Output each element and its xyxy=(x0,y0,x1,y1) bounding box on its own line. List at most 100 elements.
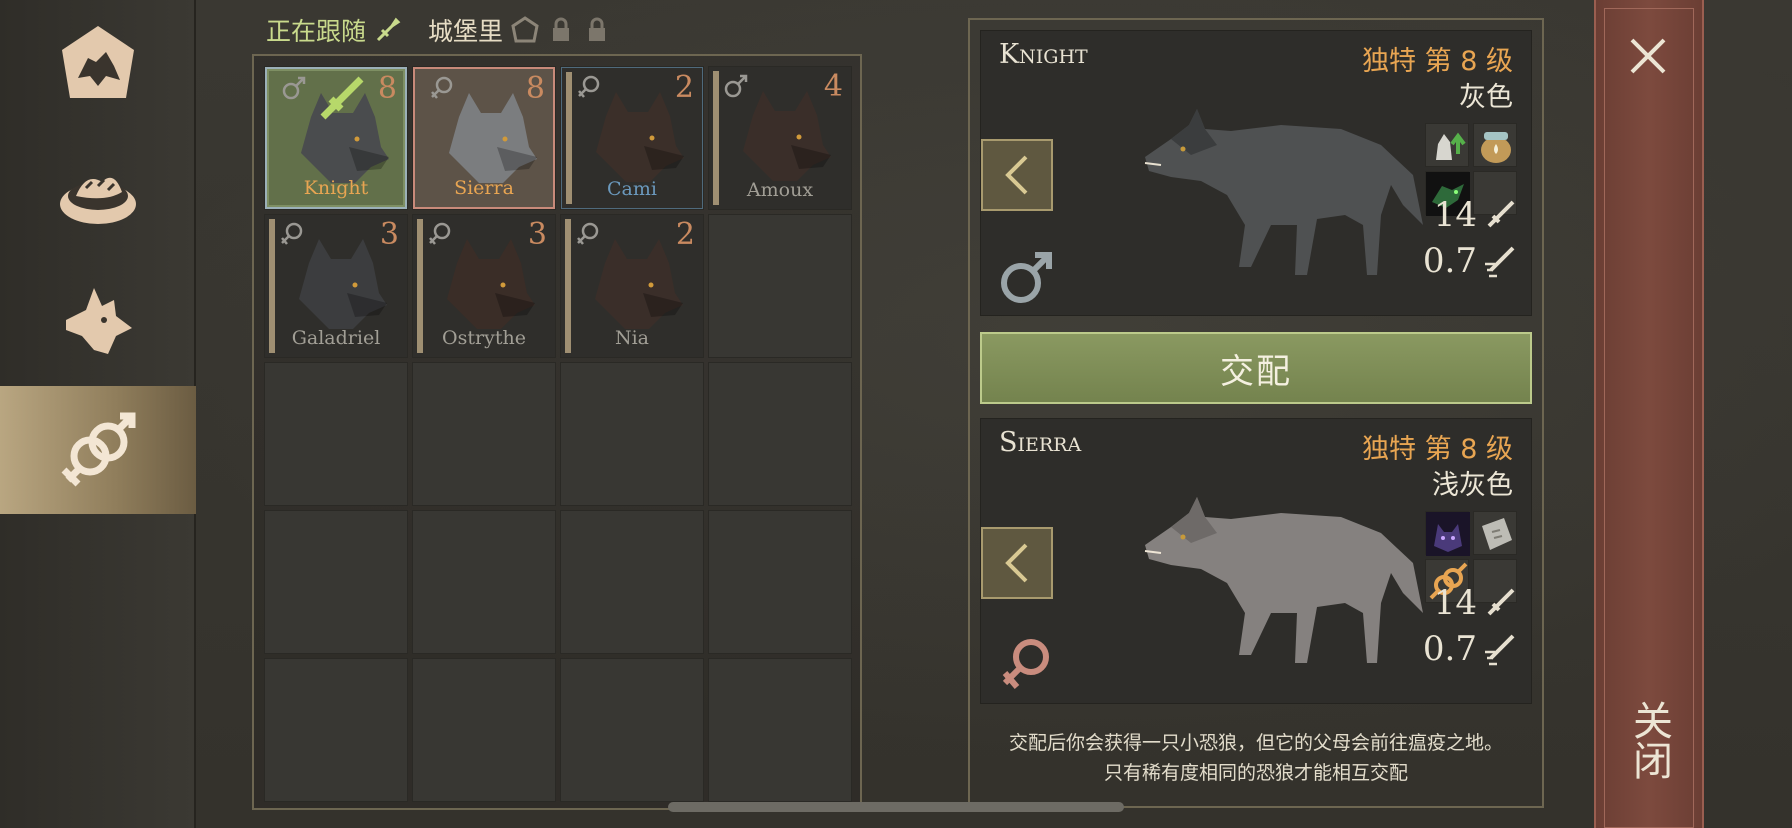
wolf-grid: 8 Knight 8 Sierra 2 Cami 4 Amoux 3 Galadriel 3 Ostr… xyxy=(264,66,852,802)
wolf-icon xyxy=(66,288,132,354)
female-symbol-icon xyxy=(281,222,303,245)
female-attack-value: 14 xyxy=(1433,583,1477,623)
grid-cell[interactable]: 2 Cami xyxy=(560,66,704,210)
male-prev-button[interactable] xyxy=(981,139,1053,211)
nav-wolf[interactable] xyxy=(0,258,196,386)
female-wolf-color: 浅灰色 xyxy=(1432,470,1513,501)
wolf-level: 2 xyxy=(675,217,695,252)
side-navigation xyxy=(0,0,196,828)
wolf-card[interactable]: 8 Knight xyxy=(265,67,407,209)
grid-cell xyxy=(708,658,852,802)
female-symbol-icon xyxy=(429,222,451,245)
nav-breeding[interactable] xyxy=(0,386,196,514)
wolf-level: 2 xyxy=(674,70,694,105)
wolf-card[interactable]: 2 Nia xyxy=(561,215,703,357)
grid-cell xyxy=(412,362,556,506)
grid-cell xyxy=(412,658,556,802)
grid-cell xyxy=(708,362,852,506)
wolf-portrait xyxy=(595,239,683,329)
close-icon[interactable] xyxy=(1626,34,1670,78)
wolf-name: Amoux xyxy=(746,179,814,201)
wolf-card[interactable]: 3 Ostrythe xyxy=(413,215,555,357)
wolf-level: 4 xyxy=(823,69,843,104)
food-bowl-icon xyxy=(60,177,136,224)
grid-cell xyxy=(560,510,704,654)
dagger-icon xyxy=(1487,200,1515,228)
home-indicator xyxy=(668,802,1124,812)
wolf-portrait xyxy=(299,239,387,329)
male-wolf-panel: Knight 独特 第 8 级 灰色 14 0.7 xyxy=(980,30,1532,316)
male-wolf-color: 灰色 xyxy=(1459,82,1513,113)
wolf-name: Sierra xyxy=(454,177,514,199)
wolf-growth-icon[interactable] xyxy=(1425,123,1469,167)
dagger-icon xyxy=(1487,588,1515,616)
wolf-level: 8 xyxy=(377,71,397,106)
mate-button[interactable]: 交配 xyxy=(980,332,1532,404)
breeding-icon xyxy=(61,412,136,487)
female-symbol-icon xyxy=(431,76,453,99)
stone-tablet-icon[interactable] xyxy=(1473,511,1517,555)
grid-cell xyxy=(560,658,704,802)
male-speed-value: 0.7 xyxy=(1422,241,1477,281)
honey-jar-icon[interactable] xyxy=(1473,123,1517,167)
wolf-level: 8 xyxy=(525,71,545,106)
female-attack-stat: 14 xyxy=(1434,583,1517,623)
following-label: 正在跟随 xyxy=(266,17,367,46)
following-dagger-icon xyxy=(320,76,364,120)
male-wolf-portrait xyxy=(1144,109,1423,275)
wolf-portrait xyxy=(447,239,535,329)
wolf-level: 3 xyxy=(379,217,399,252)
wolf-name: Nia xyxy=(614,327,650,349)
male-wolf-rarity: 独特 第 8 级 xyxy=(1362,46,1513,77)
info-line-2: 只有稀有度相同的恐狼才能相互交配 xyxy=(1103,762,1408,784)
chevron-left-icon xyxy=(1005,155,1028,195)
lock-icon xyxy=(553,17,570,41)
grid-cell[interactable]: 8 Knight xyxy=(264,66,408,210)
grid-cell[interactable]: 4 Amoux xyxy=(708,66,852,210)
wolf-name: Galadriel xyxy=(291,327,381,349)
lock-icon xyxy=(589,17,606,41)
male-symbol-icon xyxy=(724,74,748,98)
female-wolf-rarity: 独特 第 8 级 xyxy=(1362,434,1513,465)
male-wolf-name: Knight xyxy=(999,39,1088,70)
castle-label: 城堡里 xyxy=(428,17,504,46)
grid-cell[interactable]: 8 Sierra xyxy=(412,66,556,210)
grid-cell xyxy=(412,510,556,654)
close-label[interactable]: 关闭 xyxy=(1622,700,1678,780)
nav-food[interactable] xyxy=(0,130,196,258)
wolf-portrait xyxy=(743,91,831,181)
nav-den[interactable] xyxy=(0,0,196,128)
swift-dagger-icon xyxy=(1485,634,1515,666)
grid-cell xyxy=(264,510,408,654)
info-line-1: 交配后你会获得一只小恐狼，但它的父母会前往瘟疫之地。 xyxy=(1008,732,1503,754)
grid-cell xyxy=(708,510,852,654)
chevron-left-icon xyxy=(1005,543,1028,583)
wolf-card[interactable]: 3 Galadriel xyxy=(265,215,407,357)
wolf-name: Cami xyxy=(607,178,657,200)
wolf-card[interactable]: 4 Amoux xyxy=(709,67,851,209)
wolf-card[interactable]: 8 Sierra xyxy=(413,67,555,209)
female-speed-value: 0.7 xyxy=(1422,629,1477,669)
wolf-name: Ostrythe xyxy=(442,327,526,349)
grid-cell xyxy=(264,362,408,506)
grid-cell xyxy=(708,214,852,358)
purple-wolf-icon[interactable] xyxy=(1425,511,1470,556)
female-wolf-portrait xyxy=(1144,497,1423,663)
grid-cell[interactable]: 3 Ostrythe xyxy=(412,214,556,358)
female-prev-button[interactable] xyxy=(981,527,1053,599)
female-speed-stat: 0.7 xyxy=(1423,629,1517,669)
dagger-icon xyxy=(376,17,401,42)
male-symbol-icon xyxy=(282,76,306,100)
male-attack-value: 14 xyxy=(1433,195,1477,235)
grid-cell[interactable]: 3 Galadriel xyxy=(264,214,408,358)
female-wolf-name: Sierra xyxy=(999,427,1082,458)
breeding-info-text: 交配后你会获得一只小恐狼，但它的父母会前往瘟疫之地。 只有稀有度相同的恐狼才能相… xyxy=(970,728,1542,788)
swift-dagger-icon xyxy=(1485,246,1515,278)
female-wolf-panel: Sierra 独特 第 8 级 浅灰色 14 0.7 xyxy=(980,418,1532,704)
wolf-level: 3 xyxy=(527,217,547,252)
grid-cell[interactable]: 2 Nia xyxy=(560,214,704,358)
grid-cell xyxy=(264,658,408,802)
den-small-icon xyxy=(511,16,539,43)
close-panel[interactable]: 关闭 xyxy=(1594,0,1704,828)
wolf-card[interactable]: 2 Cami xyxy=(561,67,703,209)
